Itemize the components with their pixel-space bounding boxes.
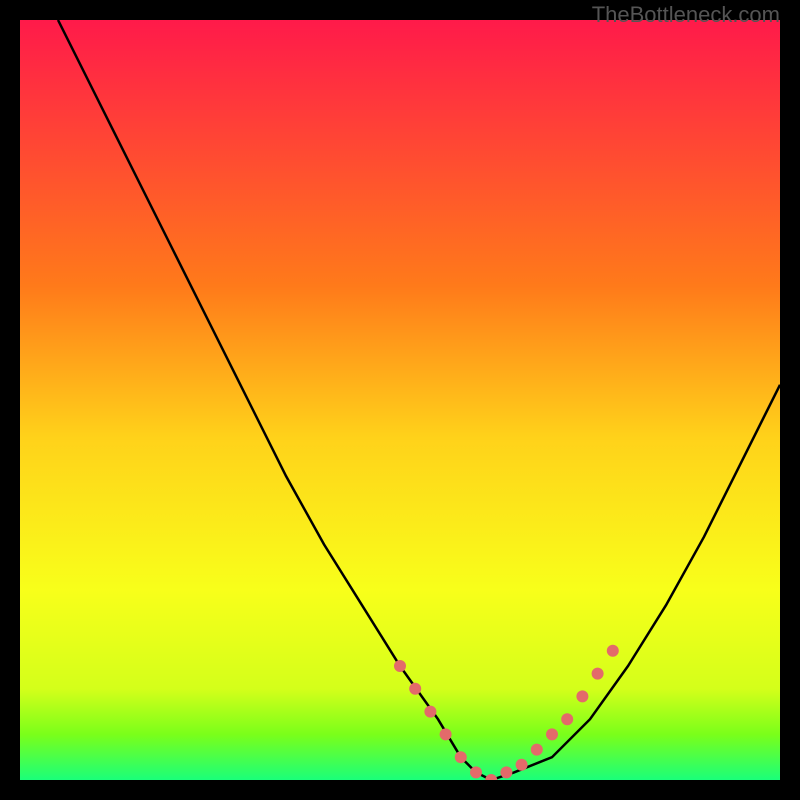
plot-area	[20, 20, 780, 780]
marker-dot	[576, 690, 588, 702]
marker-dot	[516, 759, 528, 771]
marker-dot	[592, 668, 604, 680]
marker-dot	[561, 713, 573, 725]
marker-dot	[500, 766, 512, 778]
watermark-text: TheBottleneck.com	[592, 2, 780, 28]
marker-dot	[531, 744, 543, 756]
marker-dot	[546, 728, 558, 740]
marker-dot	[394, 660, 406, 672]
marker-dot	[440, 728, 452, 740]
marker-dot	[409, 683, 421, 695]
marker-dot	[424, 706, 436, 718]
marker-dot	[607, 645, 619, 657]
marker-dot	[470, 766, 482, 778]
chart-svg	[20, 20, 780, 780]
marker-dot	[455, 751, 467, 763]
